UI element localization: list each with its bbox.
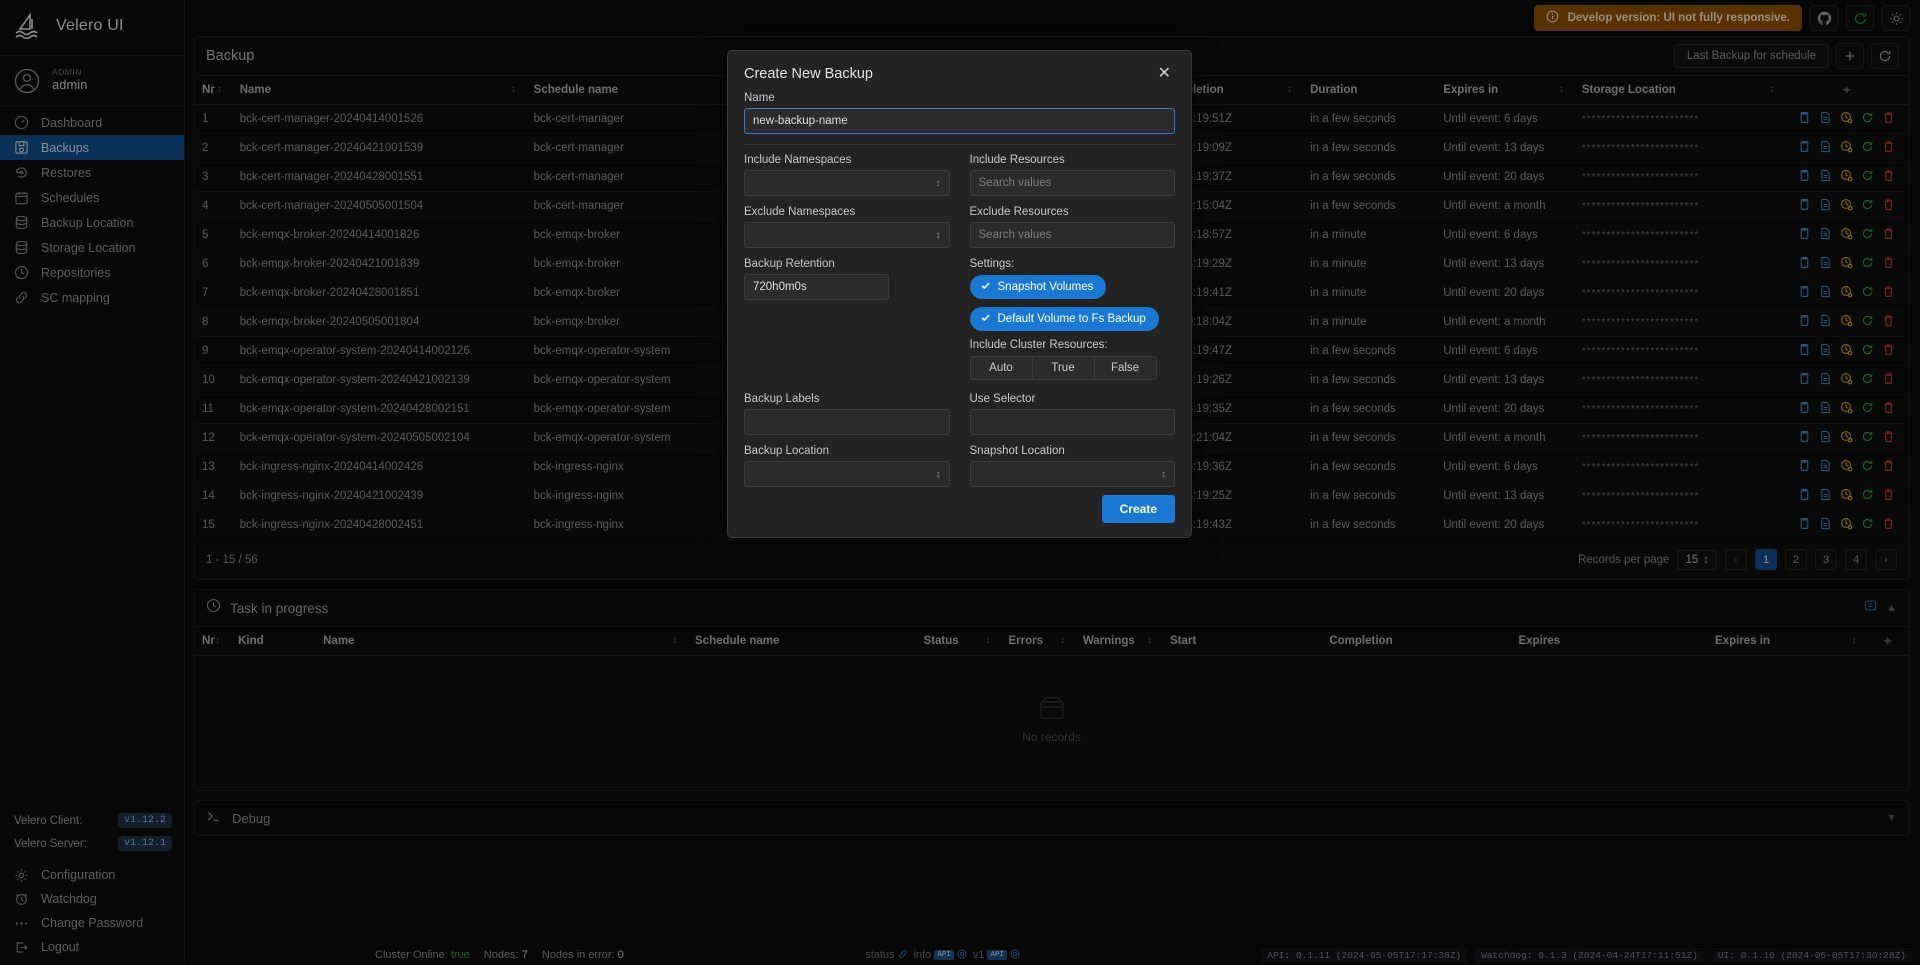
backup-labels-group: Backup Labels [744, 393, 950, 435]
modal-title: Create New Backup [744, 66, 873, 82]
default-volume-fs-label: Default Volume to Fs Backup [997, 313, 1146, 325]
include-namespaces-label: Include Namespaces [744, 154, 852, 166]
backup-retention-label: Backup Retention [744, 258, 835, 270]
name-label: Name [744, 92, 775, 104]
chevron-updown-icon: ↕ [1161, 468, 1166, 480]
chevron-updown-icon: ↕ [935, 177, 941, 189]
include-resources-input[interactable] [969, 170, 1175, 196]
create-button[interactable]: Create [1101, 495, 1175, 523]
settings-label: Settings: [969, 258, 1015, 270]
snapshot-location-label: Snapshot Location [969, 445, 1065, 457]
exclude-namespaces-label: Exclude Namespaces [744, 206, 856, 218]
use-selector-input[interactable] [969, 409, 1175, 435]
snapshot-location-group: Snapshot Location ↕ [969, 445, 1175, 487]
divider [744, 144, 1175, 145]
cluster-option-auto[interactable]: Auto [970, 357, 1033, 379]
close-icon[interactable]: ✕ [1154, 64, 1175, 84]
backup-labels-input[interactable] [744, 409, 950, 435]
cluster-option-true[interactable]: True [1032, 357, 1095, 379]
include-namespaces-group: Include Namespaces ↕ [744, 154, 950, 196]
name-input[interactable] [744, 108, 1175, 134]
backup-labels-label: Backup Labels [744, 393, 820, 405]
modal-footer: Create [728, 487, 1191, 525]
include-cluster-resources-segmented: Auto True False [969, 356, 1157, 380]
snapshot-location-select[interactable]: ↕ [969, 461, 1175, 487]
include-resources-group: Include Resources [969, 154, 1175, 196]
app-root: Velero UI ADMIN admin Dashboard Backups [0, 0, 1920, 965]
backup-retention-group: Backup Retention [744, 258, 950, 380]
snapshot-volumes-label: Snapshot Volumes [997, 281, 1094, 293]
exclude-resources-label: Exclude Resources [969, 206, 1069, 218]
use-selector-label: Use Selector [969, 393, 1036, 405]
chevron-updown-icon: ↕ [935, 229, 941, 241]
settings-group: Settings: Snapshot Volumes Default Volum… [969, 258, 1176, 380]
modal-header: Create New Backup ✕ [728, 51, 1191, 90]
backup-location-select[interactable]: ↕ [744, 461, 950, 487]
check-icon [980, 312, 991, 326]
exclude-namespaces-select[interactable]: ↕ [744, 222, 950, 248]
backup-retention-input[interactable] [744, 274, 889, 300]
snapshot-volumes-toggle[interactable]: Snapshot Volumes [969, 275, 1107, 299]
modal-body: Name Include Namespaces ↕ Include Resour… [728, 90, 1191, 487]
include-cluster-resources-label: Include Cluster Resources: [969, 339, 1108, 351]
cluster-option-false[interactable]: False [1094, 357, 1156, 379]
include-resources-label: Include Resources [969, 154, 1065, 166]
exclude-resources-input[interactable] [969, 222, 1175, 248]
name-field-group: Name [744, 92, 1175, 134]
use-selector-group: Use Selector [969, 393, 1175, 435]
chevron-updown-icon: ↕ [935, 468, 941, 480]
check-icon [980, 280, 991, 294]
backup-location-group: Backup Location ↕ [744, 445, 950, 487]
create-new-backup-modal: Create New Backup ✕ Name Include Namespa… [727, 50, 1192, 538]
exclude-namespaces-group: Exclude Namespaces ↕ [744, 206, 950, 248]
default-volume-to-fs-backup-toggle[interactable]: Default Volume to Fs Backup [969, 307, 1159, 331]
exclude-resources-group: Exclude Resources [969, 206, 1175, 248]
include-namespaces-select[interactable]: ↕ [744, 170, 950, 196]
backup-location-label: Backup Location [744, 445, 830, 457]
